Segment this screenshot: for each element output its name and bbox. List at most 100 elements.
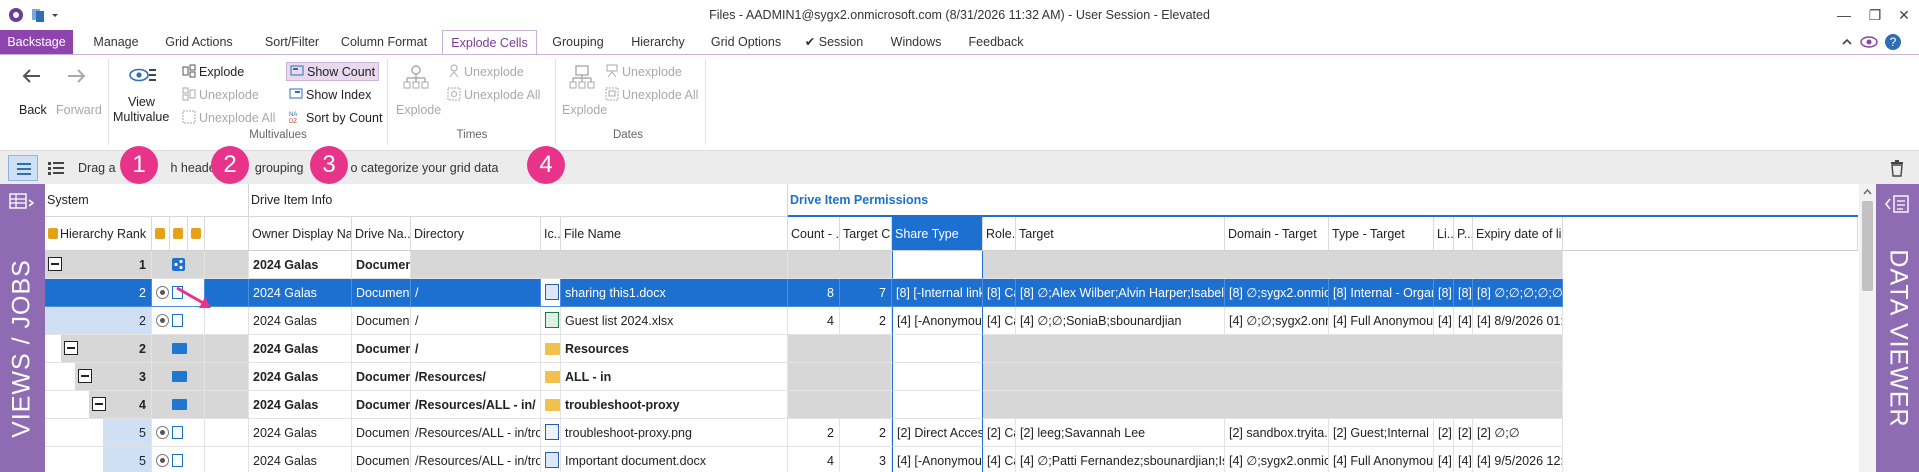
col-header-file-name[interactable]: File Name	[561, 217, 788, 251]
svg-text:NA: NA	[289, 112, 297, 118]
col-header-icon[interactable]: Ic...	[541, 217, 561, 251]
domain-cell: [2] sandbox.tryita.cc#	[1225, 419, 1329, 447]
rank-cell: 5	[103, 447, 152, 472]
tab-windows[interactable]: Windows	[880, 30, 952, 54]
collapse-toggle[interactable]	[48, 257, 62, 271]
help-icon[interactable]: ?	[1884, 33, 1902, 51]
restore-button[interactable]: ❐	[1864, 5, 1886, 25]
col-header-owner[interactable]: Owner Display Name	[249, 217, 352, 251]
table-row[interactable]: 2 2024 Galas Documents / Resources	[45, 335, 1858, 363]
col-header-target[interactable]: Target	[1016, 217, 1225, 251]
drive-cell: Documents	[352, 363, 411, 391]
radio-icon[interactable]	[156, 454, 169, 467]
tab-backstage[interactable]: Backstage	[0, 30, 73, 54]
collapse-ribbon-icon[interactable]	[1840, 35, 1854, 49]
file-name-cell: Resources	[561, 335, 788, 363]
minimize-button[interactable]: —	[1833, 5, 1855, 25]
table-row[interactable]: 4 2024 Galas Documents /Resources/ALL - …	[45, 391, 1858, 419]
col-header-share-type[interactable]: Share Type	[892, 217, 983, 251]
col-header-drive-name[interactable]: Drive Na...	[352, 217, 411, 251]
times-unexplode-all-button[interactable]: Unexplode All	[447, 87, 540, 102]
scroll-up-icon[interactable]	[1863, 188, 1872, 196]
band-system: System	[45, 184, 249, 217]
col-header-directory[interactable]: Directory	[411, 217, 541, 251]
tab-explode-cells[interactable]: Explode Cells	[442, 30, 537, 55]
title-bar: Files - AADMIN1@sygx2.onmicrosoft.com (8…	[0, 0, 1919, 30]
col-header-p[interactable]: P...	[1454, 217, 1473, 251]
tab-session[interactable]: ✔ Session	[800, 30, 868, 54]
times-unexplode-all-icon	[447, 87, 461, 101]
detail-view-toggle[interactable]	[8, 155, 38, 181]
col-header-expiry[interactable]: Expiry date of link	[1473, 217, 1563, 251]
tab-feedback[interactable]: Feedback	[962, 30, 1030, 54]
col-header-hierarchy-rank[interactable]: Hierarchy Rank	[45, 217, 152, 251]
col-header-lock-2[interactable]	[170, 217, 188, 251]
tab-grid-options[interactable]: Grid Options	[704, 30, 788, 54]
eye-icon[interactable]	[1860, 34, 1878, 50]
col-header-spacer	[205, 217, 249, 251]
radio-icon[interactable]	[156, 286, 169, 299]
data-grid[interactable]: System Drive Item Info Drive Item Permis…	[45, 184, 1858, 472]
times-explode-button[interactable]: Explode	[392, 63, 442, 127]
bullet-list-icon[interactable]	[47, 160, 65, 176]
tab-hierarchy[interactable]: Hierarchy	[622, 30, 694, 54]
collapse-toggle[interactable]	[78, 369, 92, 383]
collapse-toggle[interactable]	[64, 341, 78, 355]
table-row[interactable]: 1 2024 Galas Documents	[45, 251, 1858, 279]
sort-by-count-label: Sort by Count	[306, 111, 383, 125]
tab-grouping[interactable]: Grouping	[545, 30, 611, 54]
dates-unexplode-all-button[interactable]: Unexplode All	[605, 87, 698, 102]
tab-column-format[interactable]: Column Format	[336, 30, 432, 54]
dates-unexplode-button[interactable]: Unexplode	[605, 64, 682, 79]
show-index-button[interactable]: Show Index	[289, 87, 371, 102]
col-header-type-target[interactable]: Type - Target	[1329, 217, 1434, 251]
type-cell: [2] Guest;Internal - U	[1329, 419, 1434, 447]
tab-sort-filter[interactable]: Sort/Filter	[252, 30, 332, 54]
radio-icon[interactable]	[156, 314, 169, 327]
scrollbar-thumb[interactable]	[1862, 201, 1873, 291]
table-row[interactable]: 2 2024 Galas Documents / Guest list 2024…	[45, 307, 1858, 335]
table-row[interactable]: 3 2024 Galas Documents /Resources/ ALL -…	[45, 363, 1858, 391]
show-count-button[interactable]: Show Count	[286, 62, 380, 81]
views-jobs-panel[interactable]: VIEWS / JOBS	[0, 184, 45, 472]
times-unexplode-button[interactable]: Unexplode	[447, 64, 524, 79]
icon-cell	[541, 391, 561, 419]
col-header-count[interactable]: Count - ...	[788, 217, 840, 251]
col-header-lock-1[interactable]	[152, 217, 170, 251]
table-row[interactable]: 5 2024 Galas Documents /Resources/ALL - …	[45, 419, 1858, 447]
p-cell: [4]	[1454, 447, 1473, 472]
lock-icon	[155, 228, 165, 239]
directory-cell: /	[411, 279, 541, 307]
drive-cell: Documents	[352, 335, 411, 363]
radio-icon[interactable]	[156, 426, 169, 439]
trash-icon[interactable]	[1889, 159, 1905, 177]
forward-button[interactable]: Forward	[54, 63, 102, 133]
dates-explode-button[interactable]: Explode	[558, 63, 608, 127]
times-unexplode-icon	[449, 64, 459, 78]
sort-by-count-button[interactable]: NA DZ Sort by Count	[289, 110, 382, 125]
group-by-bar[interactable]: Drag a h header grouping o categorize yo…	[0, 150, 1919, 184]
col-header-li[interactable]: Li...	[1434, 217, 1454, 251]
tab-grid-actions[interactable]: Grid Actions	[158, 30, 240, 54]
file-name-cell: troubleshoot-proxy	[561, 391, 788, 419]
col-header-target-count[interactable]: Target C...	[840, 217, 892, 251]
data-viewer-panel[interactable]: DATA VIEWER	[1876, 184, 1919, 472]
table-row-selected[interactable]: 2 2024 Galas Documents / sharing this1.d…	[45, 279, 1858, 307]
unexplode-all-button[interactable]: Unexplode All	[182, 110, 275, 125]
share-type-cell: [4] [-Anonymous li	[892, 447, 983, 472]
tab-manage[interactable]: Manage	[80, 30, 152, 54]
collapse-toggle[interactable]	[92, 397, 106, 411]
directory-cell: /Resources/ALL - in/troubleshoot-proxy/	[411, 419, 541, 447]
drive-cell: Documents	[352, 419, 411, 447]
col-header-domain-target[interactable]: Domain - Target	[1225, 217, 1329, 251]
table-row[interactable]: 5 2024 Galas Documents /Resources/ALL - …	[45, 447, 1858, 472]
icon-cell	[541, 419, 561, 447]
unexplode-button[interactable]: Unexplode	[182, 87, 259, 102]
col-header-role[interactable]: Role...	[983, 217, 1016, 251]
dates-unexplode-all-label: Unexplode All	[622, 88, 699, 102]
explode-button[interactable]: Explode	[182, 64, 244, 79]
back-button[interactable]: Back	[12, 63, 52, 133]
close-button[interactable]: ✕	[1893, 5, 1915, 25]
col-header-s[interactable]: S	[188, 217, 205, 251]
view-multivalue-button[interactable]: View Multivalue	[110, 63, 178, 133]
